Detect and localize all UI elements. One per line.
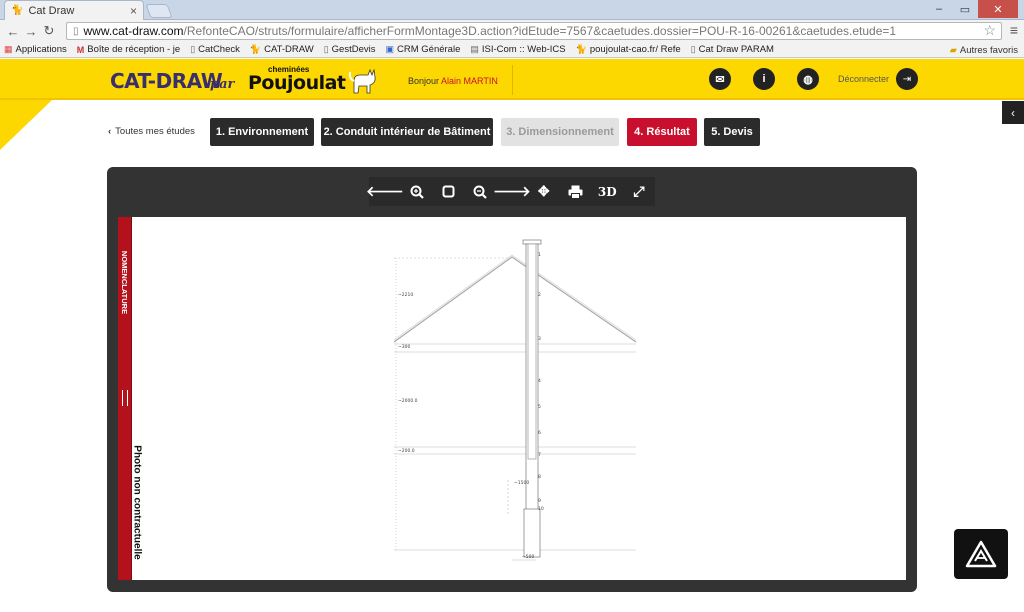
dim-label: ~200.0	[398, 448, 415, 454]
print-icon[interactable]	[562, 180, 588, 204]
close-tab-icon[interactable]: ×	[130, 4, 137, 18]
url-domain: www.cat-draw.com	[83, 24, 184, 38]
part-number: 4	[538, 378, 541, 384]
info-icon[interactable]: i	[753, 68, 775, 90]
bookmark-gestdevis[interactable]: ▯ GestDevis	[324, 44, 376, 55]
cat-icon: 🐈	[249, 44, 262, 54]
maximize-icon[interactable]: ▭	[952, 0, 978, 18]
part-number: 7	[538, 452, 541, 458]
header-divider	[512, 65, 513, 95]
panel-resize-grip[interactable]	[122, 390, 128, 406]
part-number: 10	[538, 506, 544, 512]
part-number: 2	[538, 292, 541, 298]
step-environnement[interactable]: 1. Environnement	[210, 118, 314, 146]
page-document-icon: ▯	[73, 25, 79, 37]
bookmark-gmail[interactable]: M Boîte de réception - je	[77, 44, 180, 55]
back-to-studies-link[interactable]: ‹ Toutes mes études	[108, 126, 195, 137]
bookmark-other[interactable]: ▰ Autres favoris	[950, 42, 1018, 58]
app-header: CAT-DRAW par cheminées Poujoulat Bonjour…	[0, 59, 1024, 100]
part-number: 6	[538, 430, 541, 436]
zoom-out-icon[interactable]	[467, 180, 493, 204]
arrow-left-icon[interactable]: 🡐	[366, 180, 404, 204]
favicon-cat-icon: 🐈	[11, 5, 24, 16]
bookmark-crm[interactable]: ▣ CRM Générale	[385, 44, 460, 55]
new-tab-button[interactable]	[145, 4, 173, 18]
greeting: Bonjour Alain MARTIN	[408, 76, 498, 86]
3d-view-icon[interactable]: 3D	[594, 180, 620, 204]
fit-square-icon[interactable]	[435, 180, 461, 204]
poujoulat-logo: Poujoulat	[248, 72, 346, 94]
cat-icon: 🐈	[575, 44, 587, 54]
gmail-icon: M	[76, 44, 85, 55]
dim-label: ~500	[522, 554, 534, 560]
part-number: 9	[538, 498, 541, 504]
bookmark-cat-draw-param[interactable]: ▯ Cat Draw PARAM	[691, 44, 774, 55]
mail-icon[interactable]: ✉	[709, 68, 731, 90]
chimney-elevation-drawing: ~2210 ~300 ~2000.0 ~200.0 ~1500 ~500 1 2…	[393, 239, 637, 561]
bookmark-catcheck[interactable]: ▯ CatCheck	[190, 44, 240, 55]
dim-label: ~2210	[398, 292, 413, 298]
page-icon: ▯	[190, 44, 196, 54]
bookmark-poujoulat-cao[interactable]: 🐈 poujoulat-cao.fr/ Refe	[576, 44, 681, 55]
browser-tabstrip: 🐈 Cat Draw × – ▭ ✕	[0, 0, 1024, 20]
triangle-logo-icon[interactable]	[954, 529, 1008, 579]
dim-label: ~300	[398, 344, 410, 350]
part-number: 5	[538, 404, 541, 410]
move-icon[interactable]: ✥	[531, 180, 557, 204]
step-dimensionnement: 3. Dimensionnement	[501, 118, 619, 146]
chevron-left-icon: ‹	[108, 126, 112, 137]
address-bar[interactable]: ▯ www.cat-draw.com/RefonteCAO/struts/for…	[66, 22, 1002, 40]
nomenclature-tab[interactable]: NOMENCLATURE	[118, 247, 132, 317]
forward-arrow-icon[interactable]: →	[22, 24, 40, 39]
photo-disclaimer: Photo non contractuelle	[131, 444, 143, 560]
logout-icon[interactable]: ⇥	[896, 68, 918, 90]
bookmark-isi-com[interactable]: ▤ ISI-Com :: Web-ICS	[470, 44, 565, 55]
window-controls: – ▭ ✕	[926, 0, 1018, 18]
user-name[interactable]: Alain MARTIN	[441, 76, 498, 86]
logout-link[interactable]: Déconnecter	[838, 74, 889, 84]
page-icon: ▯	[690, 44, 696, 54]
tab-title: Cat Draw	[28, 4, 75, 17]
menu-icon[interactable]: ≡	[1010, 22, 1018, 38]
page-icon: ▯	[323, 44, 329, 54]
isi-icon: ▤	[470, 44, 479, 54]
step-resultat[interactable]: 4. Résultat	[627, 118, 697, 146]
fullscreen-icon[interactable]: ⤢	[626, 180, 652, 204]
bookmark-cat-draw[interactable]: 🐈 CAT-DRAW	[250, 44, 314, 55]
crm-icon: ▣	[385, 44, 394, 54]
logo-par: par	[210, 77, 235, 92]
side-panel-toggle-chevron-icon[interactable]: ‹	[1002, 101, 1024, 124]
step-conduit-interieur[interactable]: 2. Conduit intérieur de Bâtiment	[321, 118, 493, 146]
bookmark-applications[interactable]: ▦ Applications	[4, 44, 67, 55]
apps-grid-icon: ▦	[4, 44, 13, 54]
part-number: 8	[538, 474, 541, 480]
viewer-toolbar: 🡐 🡒 ✥ 3D ⤢	[366, 177, 655, 206]
globe-icon[interactable]: ◍	[797, 68, 819, 90]
minimize-icon[interactable]: –	[926, 0, 952, 18]
browser-toolbar: ← → ↻ ▯ www.cat-draw.com/RefonteCAO/stru…	[0, 20, 1024, 42]
bookmarks-bar: ▦ Applications M Boîte de réception - je ▯…	[0, 42, 1024, 58]
folder-icon: ▰	[949, 44, 957, 56]
back-arrow-icon[interactable]: ←	[4, 24, 22, 39]
bookmark-star-icon[interactable]: ☆	[983, 22, 996, 39]
browser-tab[interactable]: 🐈 Cat Draw ×	[4, 0, 144, 20]
step-devis[interactable]: 5. Devis	[704, 118, 760, 146]
cat-draw-logo[interactable]: CAT-DRAW	[110, 69, 223, 93]
part-number: 1	[538, 252, 541, 258]
dim-label: ~1500	[514, 480, 529, 486]
zoom-in-icon[interactable]	[404, 180, 430, 204]
dim-label: ~2000.0	[398, 398, 418, 404]
close-window-icon[interactable]: ✕	[978, 0, 1018, 18]
url-path: /RefonteCAO/struts/formulaire/afficherFo…	[183, 24, 897, 38]
arrow-right-icon[interactable]: 🡒	[493, 180, 531, 204]
cat-mascot-icon	[348, 68, 376, 94]
part-number: 3	[538, 336, 541, 342]
reload-icon[interactable]: ↻	[40, 23, 58, 39]
yellow-corner-decoration	[0, 100, 52, 150]
